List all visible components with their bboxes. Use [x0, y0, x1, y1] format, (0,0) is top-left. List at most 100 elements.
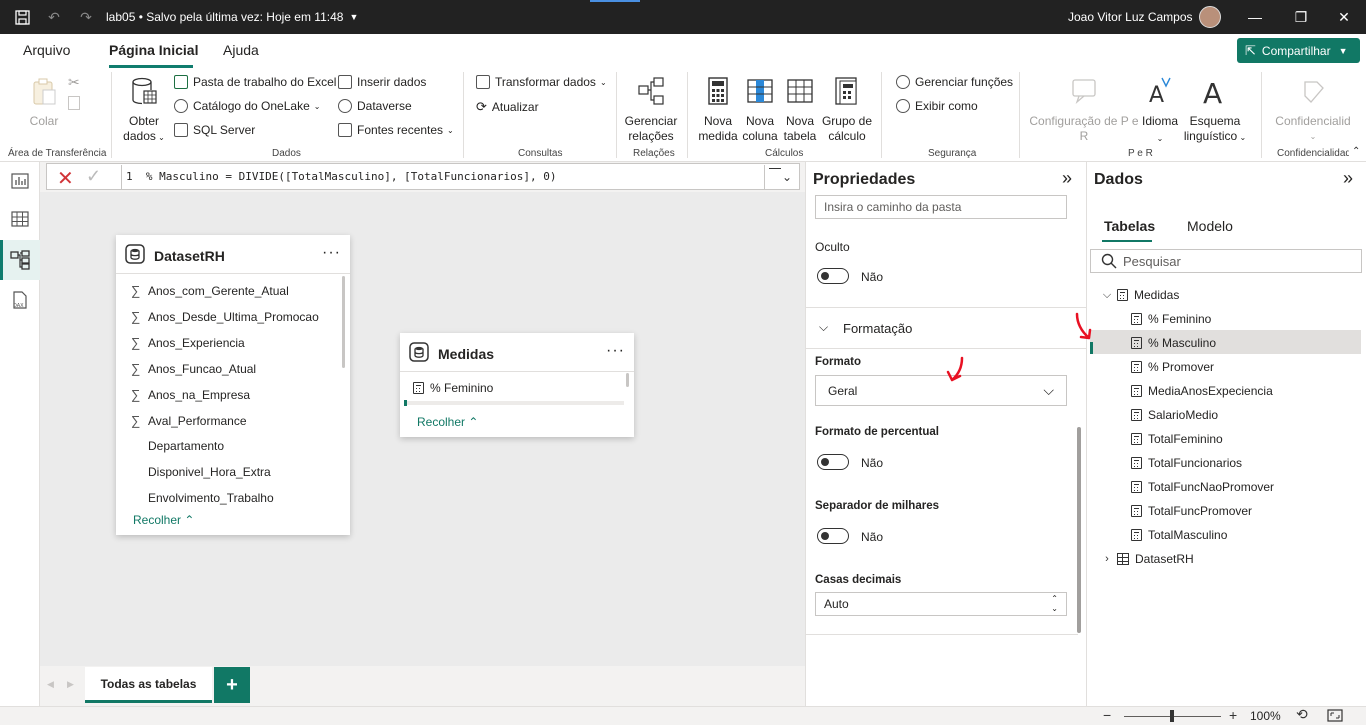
new-measure-button[interactable]: Nova medida — [696, 76, 740, 144]
paste-button[interactable]: Colar — [26, 76, 62, 129]
report-view-icon[interactable] — [10, 171, 30, 191]
collapse-ribbon-icon[interactable]: ⌃ — [1352, 146, 1360, 157]
zoom-slider-thumb[interactable] — [1170, 710, 1174, 722]
view-as-button[interactable]: Exibir como — [896, 99, 978, 113]
tab-tables[interactable]: Tabelas — [1104, 218, 1155, 234]
cut-icon[interactable]: ✂ — [68, 74, 80, 91]
chevron-right-icon[interactable]: › — [1100, 553, 1114, 565]
dax-query-view-icon[interactable]: DAX — [10, 290, 30, 310]
tab-all-tables[interactable]: Todas as tabelas — [85, 667, 212, 703]
model-view-icon[interactable] — [10, 250, 30, 270]
maximize-icon[interactable]: ❐ — [1292, 8, 1310, 26]
field-item[interactable]: Envolvimento_Trabalho — [131, 491, 274, 505]
collapse-pane-icon[interactable]: » — [1062, 168, 1072, 189]
user-name[interactable]: Joao Vitor Luz Campos — [1068, 10, 1193, 24]
measure-item[interactable]: SalarioMedio — [1131, 408, 1218, 422]
save-icon[interactable] — [12, 7, 32, 27]
table-node[interactable]: › DatasetRH — [1100, 552, 1194, 566]
format-dropdown[interactable]: Geral ⌵ — [815, 375, 1067, 406]
refresh-button[interactable]: ⟳ Atualizar — [476, 99, 539, 115]
card-scrollbar[interactable] — [342, 276, 345, 368]
get-data-button[interactable]: Obter dados ⌄ — [118, 76, 170, 145]
measure-item[interactable]: TotalFeminino — [1131, 432, 1223, 446]
calculation-group-button[interactable]: Grupo de cálculo — [820, 76, 874, 144]
dataverse-button[interactable]: Dataverse — [338, 99, 412, 113]
measure-item[interactable]: TotalFuncNaoPromover — [1131, 480, 1274, 494]
more-options-icon[interactable]: ··· — [322, 244, 341, 262]
minimize-icon[interactable]: — — [1246, 8, 1264, 26]
scroll-right-icon[interactable]: ▶ — [67, 679, 74, 690]
chevron-down-icon[interactable]: ⌵ — [819, 320, 828, 335]
excel-workbook-button[interactable]: Pasta de trabalho do Excel — [174, 75, 336, 89]
copy-icon[interactable] — [68, 96, 80, 110]
share-button[interactable]: ⇱ Compartilhar ▼ — [1237, 38, 1360, 63]
zoom-in-icon[interactable]: + — [1229, 707, 1237, 723]
close-icon[interactable]: ✕ — [1335, 8, 1353, 26]
measure-item[interactable]: MediaAnosExpeciencia — [1131, 384, 1273, 398]
field-item[interactable]: ∑ Anos_Experiencia — [131, 335, 245, 350]
measure-item[interactable]: TotalFuncionarios — [1131, 456, 1242, 470]
chevron-down-icon[interactable]: ⌵ — [1100, 289, 1114, 302]
chevron-down-icon[interactable]: ▼ — [349, 12, 358, 22]
zoom-out-icon[interactable]: − — [1103, 707, 1111, 723]
new-table-button[interactable]: Nova tabela — [780, 76, 820, 144]
tab-help[interactable]: Ajuda — [223, 42, 259, 58]
undo-icon[interactable]: ↶ — [44, 7, 64, 27]
manage-relationships-button[interactable]: Gerenciar relações — [622, 76, 680, 144]
field-item[interactable]: ∑ Anos_com_Gerente_Atual — [131, 283, 289, 298]
hidden-toggle[interactable] — [817, 268, 849, 284]
language-button[interactable]: A Idioma ⌄ — [1138, 76, 1182, 146]
search-input[interactable]: Pesquisar — [1090, 249, 1362, 273]
field-item[interactable]: ∑ Aval_Performance — [131, 413, 247, 428]
collapse-pane-icon[interactable]: » — [1343, 168, 1353, 189]
more-options-icon[interactable]: ··· — [606, 342, 625, 360]
file-title[interactable]: lab05 • Salvo pela última vez: Hoje em 1… — [106, 10, 343, 24]
properties-scrollbar[interactable] — [1077, 427, 1081, 633]
table-view-icon[interactable] — [10, 209, 30, 229]
decimal-places-stepper[interactable]: Auto ⌃ ⌄ — [815, 592, 1067, 616]
redo-icon[interactable]: ↷ — [76, 7, 96, 27]
measure-item[interactable]: % Promover — [1131, 360, 1214, 374]
display-folder-input[interactable]: Insira o caminho da pasta — [815, 195, 1067, 219]
measure-item[interactable]: % Masculino — [1131, 336, 1216, 350]
fit-screen-icon[interactable] — [1327, 709, 1343, 722]
measure-item[interactable]: % Feminino — [1131, 312, 1211, 326]
expand-formula-button[interactable]: ⌄ — [764, 165, 800, 190]
thousands-separator-toggle[interactable] — [817, 528, 849, 544]
formatting-section-header[interactable]: Formatação — [843, 321, 912, 336]
sensitivity-button[interactable]: Confidencialid ⌄ — [1266, 76, 1360, 144]
add-page-button[interactable]: + — [214, 667, 250, 703]
tab-file[interactable]: Arquivo — [23, 42, 70, 58]
collapse-link[interactable]: Recolher ⌃ — [133, 513, 194, 527]
manage-roles-button[interactable]: Gerenciar funções — [896, 75, 1013, 89]
commit-formula-icon[interactable]: ✓ — [86, 166, 101, 187]
linguistic-schema-button[interactable]: A Esquema linguístico ⌄ — [1182, 76, 1248, 145]
percent-format-toggle[interactable] — [817, 454, 849, 470]
field-item[interactable]: ∑ Anos_Funcao_Atual — [131, 361, 256, 376]
formula-input[interactable]: 1 % Masculino = DIVIDE([TotalMasculino],… — [126, 170, 556, 183]
onelake-catalog-button[interactable]: Catálogo do OneLake ⌄ — [174, 99, 320, 113]
recent-sources-button[interactable]: Fontes recentes ⌄ — [338, 123, 454, 137]
measure-item[interactable]: TotalFuncPromover — [1131, 504, 1252, 518]
field-item[interactable]: Departamento — [131, 439, 224, 453]
tab-home[interactable]: Página Inicial — [109, 42, 198, 58]
scroll-left-icon[interactable]: ◀ — [47, 679, 54, 690]
sql-server-button[interactable]: SQL Server — [174, 123, 255, 137]
fit-to-page-icon[interactable]: ⟲ — [1296, 706, 1308, 723]
card-hscroll[interactable] — [404, 401, 624, 405]
table-card-datasetrh[interactable] — [116, 235, 350, 535]
avatar[interactable] — [1199, 6, 1221, 28]
measure-item[interactable]: TotalMasculino — [1131, 528, 1227, 542]
new-column-button[interactable]: Nova coluna — [740, 76, 780, 144]
field-item[interactable]: % Feminino — [413, 381, 493, 395]
qa-setup-button[interactable]: Configuração de P e R — [1028, 76, 1140, 144]
stepper-arrows-icon[interactable]: ⌃ ⌄ — [1051, 594, 1058, 614]
field-item[interactable]: ∑ Anos_Desde_Ultima_Promocao — [131, 309, 319, 324]
table-node[interactable]: ⌵ Medidas — [1100, 288, 1180, 302]
tab-model[interactable]: Modelo — [1187, 218, 1233, 234]
collapse-link[interactable]: Recolher ⌃ — [417, 415, 478, 429]
field-item[interactable]: ∑ Anos_na_Empresa — [131, 387, 250, 402]
cancel-formula-icon[interactable]: ✕ — [57, 166, 74, 191]
card-scrollbar[interactable] — [626, 373, 629, 387]
field-item[interactable]: Disponivel_Hora_Extra — [131, 465, 271, 479]
